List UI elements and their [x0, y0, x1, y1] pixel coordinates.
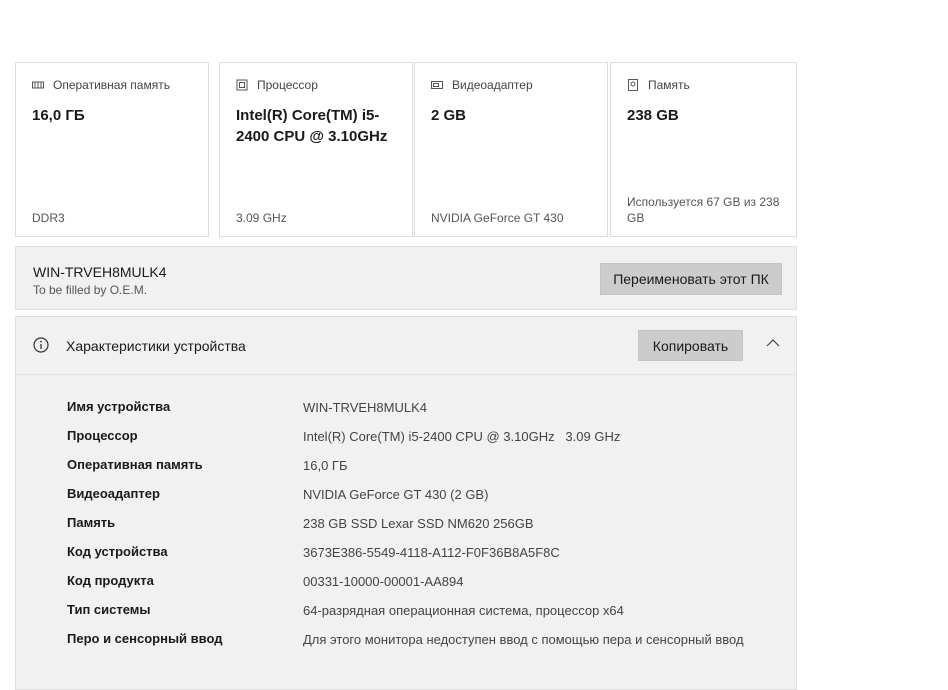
device-specs-header[interactable]: Характеристики устройства Копировать — [16, 317, 796, 375]
gpu-card: Видеоадаптер 2 GB NVIDIA GeForce GT 430 — [414, 62, 608, 237]
storage-card-value: 238 GB — [627, 107, 679, 124]
spec-value: 238 GB SSD Lexar SSD NM620 256GB — [303, 516, 534, 531]
pc-name: WIN-TRVEH8MULK4 — [33, 264, 167, 280]
spec-value: 64-разрядная операционная система, проце… — [303, 603, 624, 618]
processor-card-sub: 3.09 GHz — [236, 211, 287, 225]
spec-key: Перо и сенсорный ввод — [67, 631, 223, 646]
storage-card-label: Память — [648, 78, 690, 92]
spec-key: Код устройства — [67, 544, 168, 559]
processor-card: Процессор Intel(R) Core(TM) i5-2400 CPU … — [219, 62, 413, 237]
rename-pc-button[interactable]: Переименовать этот ПК — [600, 263, 782, 295]
processor-card-label: Процессор — [257, 78, 318, 92]
spec-value: WIN-TRVEH8MULK4 — [303, 400, 428, 415]
spec-key: Имя устройства — [67, 399, 171, 414]
memory-card-value: 16,0 ГБ — [32, 107, 85, 124]
spec-key: Видеоадаптер — [67, 486, 160, 501]
processor-icon — [236, 79, 248, 91]
storage-card-sub: Используется 67 GB из 238 GB — [627, 195, 780, 225]
storage-card: Память 238 GB Используется 67 GB из 238 … — [610, 62, 797, 237]
memory-icon — [32, 81, 44, 89]
device-specs-panel: Характеристики устройства Копировать Имя… — [15, 316, 797, 690]
spec-key: Тип системы — [67, 602, 151, 617]
spec-key: Код продукта — [67, 573, 154, 588]
gpu-icon — [431, 81, 443, 89]
storage-icon — [628, 79, 638, 91]
pc-name-panel: WIN-TRVEH8MULK4 To be filled by O.E.M. П… — [15, 246, 797, 310]
spec-value: 16,0 ГБ — [303, 458, 348, 473]
spec-key: Память — [67, 515, 116, 530]
hardware-cards: Оперативная память 16,0 ГБ DDR3 Процессо… — [15, 62, 797, 239]
info-icon — [33, 337, 49, 353]
pc-oem: To be filled by O.E.M. — [33, 283, 148, 297]
chevron-up-icon[interactable] — [766, 338, 780, 348]
spec-value: Для этого монитора недоступен ввод с пом… — [303, 632, 744, 647]
spec-value: 00331-10000-00001-AA894 — [303, 574, 464, 589]
memory-card-label: Оперативная память — [53, 78, 170, 92]
spec-value: NVIDIA GeForce GT 430 (2 GB) — [303, 487, 489, 502]
gpu-card-label: Видеоадаптер — [452, 78, 533, 92]
memory-card: Оперативная память 16,0 ГБ DDR3 — [15, 62, 209, 237]
processor-card-value: Intel(R) Core(TM) i5-2400 CPU @ 3.10GHz — [236, 107, 388, 145]
gpu-card-sub: NVIDIA GeForce GT 430 — [431, 211, 564, 225]
spec-key: Процессор — [67, 428, 138, 443]
spec-key: Оперативная память — [67, 457, 203, 472]
gpu-card-value: 2 GB — [431, 107, 467, 124]
spec-value: Intel(R) Core(TM) i5-2400 CPU @ 3.10GHz … — [303, 429, 621, 444]
spec-value: 3673E386-5549-4118-A112-F0F36B8A5F8C — [303, 545, 560, 560]
device-specs-title: Характеристики устройства — [66, 338, 246, 354]
copy-button[interactable]: Копировать — [638, 330, 743, 361]
memory-card-sub: DDR3 — [32, 211, 65, 225]
